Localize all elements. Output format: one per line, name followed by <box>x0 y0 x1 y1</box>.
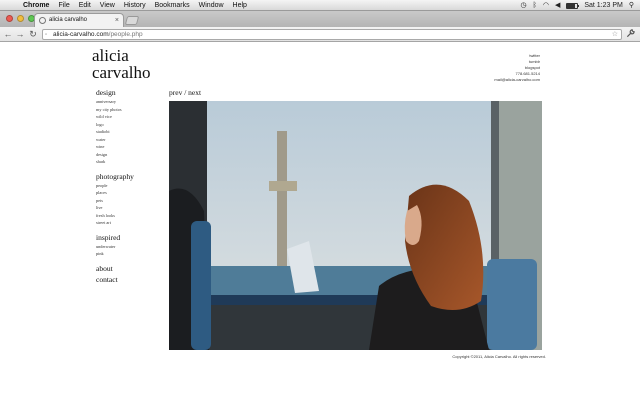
pager-separator: / <box>184 88 187 97</box>
gallery-photo[interactable] <box>169 101 542 350</box>
menu-bookmarks[interactable]: Bookmarks <box>155 0 190 11</box>
reload-icon[interactable]: ↻ <box>28 29 38 40</box>
nav-item[interactable]: wild vice <box>96 113 166 121</box>
nav-section-photography: photography people places pets live fres… <box>96 172 166 227</box>
site-title[interactable]: alicia carvalho <box>92 47 182 81</box>
menu-edit[interactable]: Edit <box>79 0 91 11</box>
nav-section-inspired: inspired underwater pink <box>96 233 166 258</box>
gallery-pager: prev / next <box>169 88 201 97</box>
wrench-icon <box>626 29 635 38</box>
menu-file[interactable]: File <box>58 0 69 11</box>
spotlight-icon[interactable]: ⚲ <box>629 0 634 11</box>
copyright-footer: Copyright ©2011, Alicia Carvalho. All ri… <box>452 354 546 359</box>
nav-item[interactable]: shark <box>96 158 166 166</box>
wrench-menu-icon[interactable] <box>626 29 635 40</box>
contact-email-link[interactable]: mail@alicia-carvalho.com <box>494 77 540 83</box>
close-window-button[interactable] <box>6 15 13 22</box>
menu-chrome[interactable]: Chrome <box>23 0 49 11</box>
nav-item[interactable]: stadiobi <box>96 128 166 136</box>
contact-info: twitter tumblr blogspot 778.681.5214 mai… <box>494 53 540 83</box>
address-bar[interactable]: ▫ alicia-carvalho.com/people.php ☆ <box>42 29 622 40</box>
menu-bar: Chrome File Edit View History Bookmarks … <box>0 0 640 11</box>
url-path: /people.php <box>108 31 143 38</box>
bookmark-star-icon[interactable]: ☆ <box>612 30 618 40</box>
url-host: alicia-carvalho.com <box>53 31 109 38</box>
nav-item[interactable]: underwater <box>96 243 166 251</box>
nav-item[interactable]: water <box>96 136 166 144</box>
nav-item[interactable]: anniversary <box>96 98 166 106</box>
site-title-line1: alicia <box>92 46 129 65</box>
nav-section-design: design anniversary my city photos wild v… <box>96 88 166 166</box>
nav-about-link[interactable]: about <box>96 264 166 274</box>
clock[interactable]: Sat 1:23 PM <box>584 0 623 11</box>
sidebar-nav: design anniversary my city photos wild v… <box>96 88 166 286</box>
nav-item[interactable]: live <box>96 204 166 212</box>
tab-strip: alicia carvalho × <box>0 11 640 27</box>
site-title-line2: carvalho <box>92 63 151 82</box>
nav-item[interactable]: pink <box>96 250 166 258</box>
battery-level <box>567 3 576 8</box>
page-icon: ▫ <box>45 32 48 38</box>
new-tab-button[interactable] <box>124 16 140 25</box>
time-machine-icon[interactable]: ◷ <box>521 0 527 11</box>
nav-item[interactable]: people <box>96 182 166 190</box>
forward-icon[interactable]: → <box>15 29 25 40</box>
nav-inspired-heading[interactable]: inspired <box>96 233 166 242</box>
photo-woman-on-train <box>169 101 542 350</box>
nav-photography-heading[interactable]: photography <box>96 172 166 181</box>
browser-toolbar: ← → ↻ ▫ alicia-carvalho.com/people.php ☆ <box>0 27 640 42</box>
nav-item[interactable]: my city photos <box>96 106 166 114</box>
menu-window[interactable]: Window <box>199 0 224 11</box>
nav-item[interactable]: fresh looks <box>96 212 166 220</box>
window-controls <box>6 15 35 22</box>
menu-view[interactable]: View <box>100 0 115 11</box>
nav-contact-link[interactable]: contact <box>96 275 166 285</box>
nav-item[interactable]: wine <box>96 143 166 151</box>
nav-item[interactable]: pets <box>96 197 166 205</box>
back-icon[interactable]: ← <box>3 29 13 40</box>
volume-icon[interactable]: ◀ <box>555 0 560 11</box>
wifi-icon[interactable]: ◠ <box>543 0 549 11</box>
minimize-window-button[interactable] <box>17 15 24 22</box>
tab-alicia-carvalho[interactable]: alicia carvalho × <box>34 13 124 27</box>
tab-title: alicia carvalho <box>49 17 88 23</box>
nav-design-heading[interactable]: design <box>96 88 166 97</box>
nav-item[interactable]: places <box>96 189 166 197</box>
nav-item[interactable]: design <box>96 151 166 159</box>
bluetooth-icon[interactable]: ᛒ <box>533 0 537 11</box>
nav-item[interactable]: street art <box>96 219 166 227</box>
tab-close-icon[interactable]: × <box>115 14 119 27</box>
menu-help[interactable]: Help <box>233 0 247 11</box>
favicon-icon <box>39 17 46 24</box>
prev-link[interactable]: prev <box>169 88 182 97</box>
menu-history[interactable]: History <box>124 0 146 11</box>
next-link[interactable]: next <box>188 88 201 97</box>
battery-icon[interactable] <box>566 2 580 9</box>
nav-item[interactable]: logo <box>96 121 166 129</box>
